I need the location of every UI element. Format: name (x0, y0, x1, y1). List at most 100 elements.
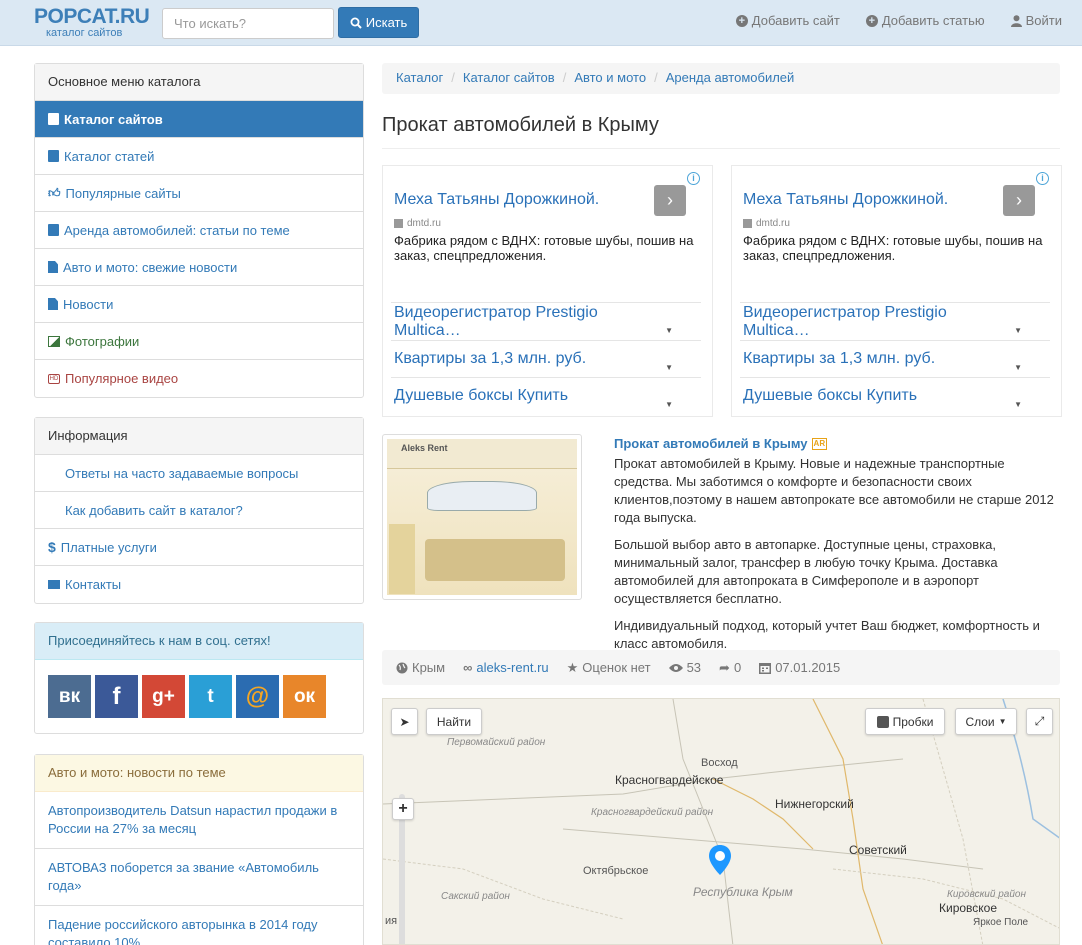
meta-region[interactable]: Крым (396, 660, 445, 675)
breadcrumb-item[interactable]: Авто и мото (574, 70, 646, 85)
site-paragraph: Индивидуальный подход, который учтет Ваш… (614, 618, 1040, 651)
sidebar-item-car-rental-articles[interactable]: Аренда автомобилей: статьи по теме (35, 212, 363, 249)
ad-link-label: Душевые боксы Купить (743, 387, 918, 404)
ad-arrow-button[interactable]: › (654, 185, 686, 216)
search-button[interactable]: Искать (338, 7, 419, 38)
map-widget[interactable]: ➤ Найти Пробки Слои ▼ ⤢ + Первомайский ра… (382, 698, 1060, 945)
ad-block-1: i Меха Татьяны Дорожкиной. › dmtd.ru Фаб… (382, 165, 713, 417)
sidebar-item-news[interactable]: Новости (35, 286, 363, 323)
login-label: Войти (1025, 13, 1062, 28)
share-icon: ➦ (719, 659, 730, 675)
sidebar-item-popular-sites[interactable]: 👍︎ Популярные сайты (35, 175, 363, 212)
sidebar-item-popular-video[interactable]: HD Популярное видео (35, 360, 363, 397)
sidebar-item-label: Каталог сайтов (64, 111, 163, 127)
odnoklassniki-button[interactable]: ок (283, 675, 326, 718)
sidebar-item-auto-news[interactable]: Авто и мото: свежие новости (35, 249, 363, 286)
link-icon: ∞ (463, 660, 473, 675)
chevron-down-icon: ▼ (1014, 400, 1022, 409)
sidebar-item-label: Контакты (65, 577, 122, 592)
ad-link[interactable]: Душевые боксы Купить ▼ (740, 377, 1050, 414)
ad-domain: dmtd.ru (743, 218, 790, 229)
map-traffic-button[interactable]: Пробки (865, 708, 945, 735)
main-menu-panel: Основное меню каталога Каталог сайтов Ка… (34, 63, 364, 398)
ad-domain-text: dmtd.ru (407, 218, 441, 229)
google-plus-button[interactable]: g+ (142, 675, 185, 718)
mail-ru-button[interactable]: @ (236, 675, 279, 718)
sidebar-item-label: Популярное видео (65, 371, 179, 386)
map-fullscreen-button[interactable]: ⤢ (1026, 708, 1053, 735)
picture-icon (48, 335, 60, 347)
ad-arrow-button[interactable]: › (1003, 185, 1035, 216)
sidebar-item-label: Фотографии (65, 333, 140, 349)
ad-link[interactable]: Квартиры за 1,3 млн. руб. ▼ (740, 340, 1050, 377)
ad-info-icon[interactable]: i (1036, 172, 1049, 185)
sidebar-item-paid-services[interactable]: $ Платные услуги (35, 529, 363, 566)
search-input[interactable] (162, 8, 334, 39)
ad-link-label: Квартиры за 1,3 млн. руб. (394, 350, 587, 367)
ad-link[interactable]: Душевые боксы Купить ▼ (391, 377, 701, 414)
sidebar-item-site-catalog[interactable]: Каталог сайтов (35, 101, 363, 138)
geolocate-button[interactable]: ➤ (391, 708, 418, 735)
news-item[interactable]: Автопроизводитель Datsun нарастил продаж… (35, 792, 363, 849)
news-item[interactable]: Падение российского авторынка в 2014 год… (35, 906, 363, 945)
ad-title[interactable]: Меха Татьяны Дорожкиной. (394, 191, 599, 209)
sidebar-item-how-to-add[interactable]: ? Как добавить сайт в каталог? (35, 492, 363, 529)
login-link[interactable]: Войти (1010, 13, 1062, 28)
map-find-label: Найти (436, 714, 472, 729)
map-label: Республика Крым (693, 885, 793, 899)
map-layers-button[interactable]: Слои ▼ (955, 708, 1017, 735)
map-layers-label: Слои (965, 714, 995, 729)
dollar-icon: $ (48, 539, 56, 555)
hd-video-icon: HD (48, 373, 60, 384)
meta-date-text: 07.01.2015 (775, 660, 841, 675)
vk-button[interactable]: вк (48, 675, 91, 718)
traffic-icon (876, 715, 889, 728)
question-circle-icon: ? (48, 504, 60, 516)
plus-circle-icon: + (735, 14, 748, 27)
ad-description: Фабрика рядом с ВДНХ: готовые шубы, поши… (743, 233, 1043, 263)
sidebar-item-label: Аренда автомобилей: статьи по теме (64, 222, 290, 238)
breadcrumb-item[interactable]: Каталог сайтов (463, 70, 555, 85)
calendar-icon (759, 662, 772, 674)
sidebar-item-faq[interactable]: ! Ответы на часто задаваемые вопросы (35, 455, 363, 492)
add-article-link[interactable]: + Добавить статью (865, 13, 985, 28)
facebook-button[interactable]: f (95, 675, 138, 718)
news-item[interactable]: АВТОВАЗ поборется за звание «Автомобиль … (35, 849, 363, 906)
ad-title[interactable]: Меха Татьяны Дорожкиной. (743, 191, 948, 209)
map-label: Яркое Поле (973, 917, 1029, 928)
add-site-link[interactable]: + Добавить сайт (735, 13, 840, 28)
sidebar-item-label: Авто и мото: свежие новости (63, 259, 238, 275)
ad-link[interactable]: Видеорегистратор Prestigio Multica… ▼ (740, 302, 1050, 340)
sidebar-item-photos[interactable]: Фотографии (35, 323, 363, 360)
map-label: Сакский район (441, 891, 510, 902)
meta-url[interactable]: ∞ aleks-rent.ru (463, 660, 549, 675)
ad-link[interactable]: Квартиры за 1,3 млн. руб. ▼ (391, 340, 701, 377)
eye-icon (668, 663, 683, 672)
chevron-down-icon: ▼ (665, 325, 673, 335)
site-title-link[interactable]: Прокат автомобилей в Крыму AR (614, 436, 828, 451)
site-logo[interactable]: POPCAT.RU каталог сайтов (34, 6, 150, 39)
breadcrumb-item[interactable]: Каталог (396, 70, 443, 85)
twitter-button[interactable]: t (189, 675, 232, 718)
breadcrumb-item[interactable]: Аренда автомобилей (666, 70, 795, 85)
map-find-button[interactable]: Найти (426, 708, 482, 735)
add-site-label: Добавить сайт (751, 13, 840, 28)
sidebar-item-label: Как добавить сайт в каталог? (65, 502, 243, 518)
sidebar-item-label: Каталог статей (64, 148, 155, 164)
meta-rating[interactable]: ★ Оценок нет (567, 660, 651, 676)
sidebar-item-contacts[interactable]: Контакты (35, 566, 363, 603)
sidebar-item-article-catalog[interactable]: Каталог статей (35, 138, 363, 175)
site-thumbnail[interactable]: Aleks Rent (382, 434, 582, 600)
map-label: Октябрьское (583, 865, 649, 877)
breadcrumb-separator: / (451, 70, 455, 85)
ad-info-icon[interactable]: i (687, 172, 700, 185)
ad-link[interactable]: Видеорегистратор Prestigio Multica… ▼ (391, 302, 701, 340)
odnoklassniki-icon: ок (293, 685, 316, 707)
zoom-in-button[interactable]: + (392, 798, 414, 820)
chevron-down-icon: ▼ (665, 363, 673, 372)
thumbnail-car (427, 481, 537, 511)
brand-subtitle: каталог сайтов (46, 27, 123, 39)
map-pin-icon[interactable] (709, 845, 731, 875)
site-paragraph: Прокат автомобилей в Крыму. Новые и наде… (614, 456, 1054, 525)
meta-region-text: Крым (412, 660, 446, 675)
